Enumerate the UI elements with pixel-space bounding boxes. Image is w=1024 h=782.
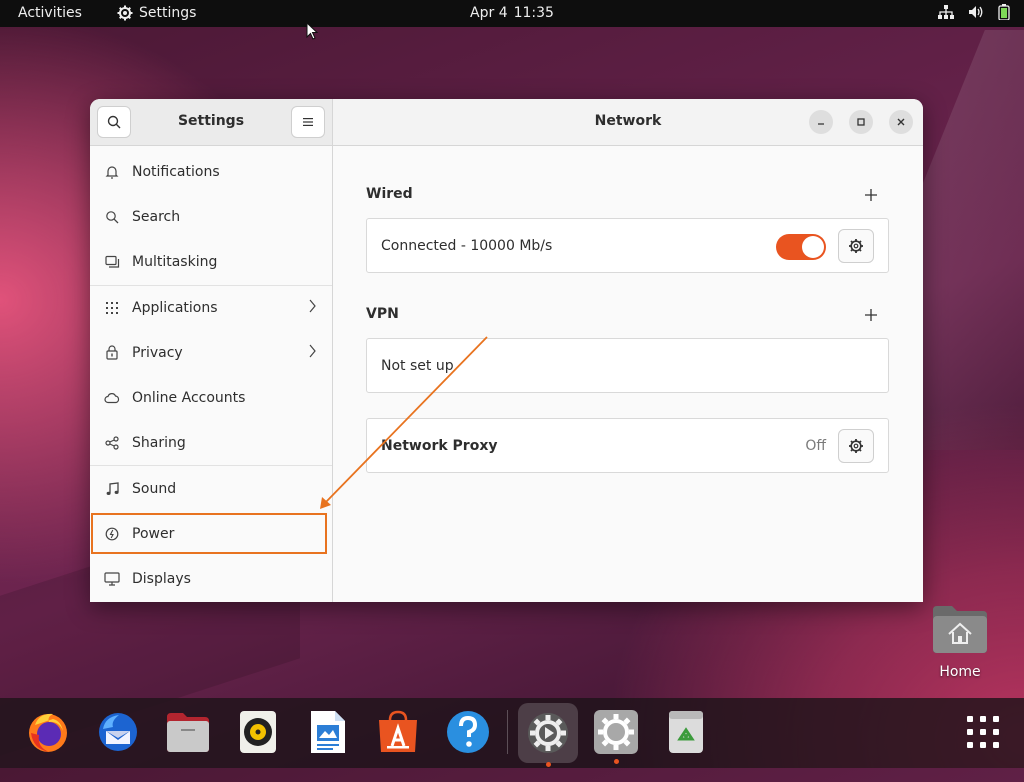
sidebar-item-sound[interactable]: Sound [90, 466, 332, 511]
dock-settings[interactable] [590, 706, 642, 764]
lock-icon [104, 345, 120, 361]
battery-icon [998, 4, 1010, 20]
thunderbird-icon [99, 713, 137, 751]
gear-icon [849, 239, 863, 253]
trash-icon [669, 711, 703, 753]
minimize-icon [818, 123, 824, 125]
settings-window: Settings Network Notifications Search Mu… [90, 99, 923, 602]
gear-icon [849, 439, 863, 453]
system-tray[interactable] [938, 4, 1010, 20]
sidebar-item-label: Applications [132, 299, 218, 316]
search-icon [104, 209, 120, 225]
network-proxy-label: Network Proxy [381, 438, 498, 454]
add-wired-button[interactable] [863, 187, 879, 203]
software-icon [379, 710, 417, 752]
dock-trash[interactable] [660, 706, 712, 758]
wired-toggle[interactable] [776, 234, 826, 260]
network-proxy-row[interactable]: Network Proxy Off [366, 418, 889, 473]
dock-show-apps[interactable] [957, 706, 1009, 758]
maximize-icon [857, 118, 865, 126]
display-icon [104, 571, 120, 587]
writer-icon [311, 711, 345, 753]
hamburger-icon [303, 118, 313, 126]
sidebar-item-displays[interactable]: Displays [90, 556, 332, 601]
network-panel: Wired Connected - 10000 Mb/s VPN Not set… [333, 146, 923, 602]
sidebar-item-label: Privacy [132, 344, 183, 361]
firefox-icon [29, 713, 67, 752]
bell-icon [104, 164, 120, 180]
settings-icon [594, 710, 638, 754]
wired-connection-row: Connected - 10000 Mb/s [366, 218, 889, 273]
sidebar-item-label: Sharing [132, 434, 186, 451]
top-bar: Activities Settings Apr 4 11:35 [0, 0, 1024, 27]
clock-date: Apr 4 [470, 5, 508, 21]
network-proxy-settings-button[interactable] [838, 429, 874, 463]
mouse-cursor [306, 22, 319, 40]
sidebar-item-label: Search [132, 208, 181, 225]
show-apps-icon [967, 716, 999, 748]
settings-active-icon [528, 713, 568, 753]
sidebar-item-online-accounts[interactable]: Online Accounts [90, 375, 332, 420]
dock-writer[interactable] [302, 706, 354, 758]
dock-rhythmbox[interactable] [232, 706, 284, 758]
dock-firefox[interactable] [22, 706, 74, 758]
vpn-status: Not set up [381, 358, 454, 374]
sidebar-item-search[interactable]: Search [90, 194, 332, 239]
sidebar-item-label: Online Accounts [132, 389, 246, 406]
multitasking-icon [104, 254, 120, 270]
network-icon [938, 5, 954, 19]
clock-time: 11:35 [513, 5, 554, 21]
power-highlight-box [91, 513, 327, 554]
dock-thunderbird[interactable] [92, 706, 144, 758]
dock-separator [507, 710, 508, 754]
sidebar-item-label: Multitasking [132, 253, 218, 270]
close-icon [897, 118, 905, 126]
running-indicator [614, 759, 619, 764]
sidebar-item-sharing[interactable]: Sharing [90, 420, 332, 465]
close-button[interactable] [889, 110, 913, 134]
dock-files[interactable] [162, 706, 214, 758]
clock[interactable]: Apr 4 11:35 [0, 5, 1024, 21]
files-icon [167, 713, 209, 752]
chevron-right-icon [309, 299, 316, 313]
content-header: Network [333, 99, 923, 146]
sidebar-item-applications[interactable]: Applications [90, 285, 332, 330]
add-vpn-button[interactable] [863, 307, 879, 323]
sidebar-item-notifications[interactable]: Notifications [90, 149, 332, 194]
minimize-button[interactable] [809, 110, 833, 134]
page-title: Network [594, 113, 662, 129]
vpn-section-title: VPN [366, 306, 399, 322]
running-indicator [546, 762, 551, 767]
dock-software[interactable] [372, 706, 424, 758]
sidebar-item-label: Displays [132, 570, 191, 587]
dock [0, 698, 1024, 768]
home-folder-label[interactable]: Home [920, 664, 1000, 680]
sidebar-item-label: Sound [132, 480, 177, 497]
grid-icon [104, 300, 120, 316]
main-menu-button[interactable] [291, 106, 325, 138]
rhythmbox-icon [240, 711, 276, 753]
sidebar-item-multitasking[interactable]: Multitasking [90, 239, 332, 284]
network-proxy-value: Off [805, 438, 826, 454]
wired-settings-button[interactable] [838, 229, 874, 263]
cloud-icon [104, 390, 120, 406]
wired-section-title: Wired [366, 186, 413, 202]
toggle-knob [802, 236, 824, 258]
sidebar: Notifications Search Multitasking Applic… [90, 146, 333, 602]
share-icon [104, 435, 120, 451]
dock-settings-running[interactable] [518, 703, 578, 767]
sidebar-item-privacy[interactable]: Privacy [90, 330, 332, 375]
vpn-row: Not set up [366, 338, 889, 393]
sidebar-item-label: Notifications [132, 163, 220, 180]
dock-help[interactable] [442, 706, 494, 758]
music-note-icon [104, 481, 120, 497]
volume-icon [969, 6, 983, 18]
chevron-right-icon [309, 344, 316, 358]
sidebar-header: Settings [90, 99, 333, 146]
help-icon [447, 711, 489, 753]
maximize-button[interactable] [849, 110, 873, 134]
home-folder-icon[interactable] [932, 604, 988, 654]
wired-status: Connected - 10000 Mb/s [381, 238, 553, 254]
